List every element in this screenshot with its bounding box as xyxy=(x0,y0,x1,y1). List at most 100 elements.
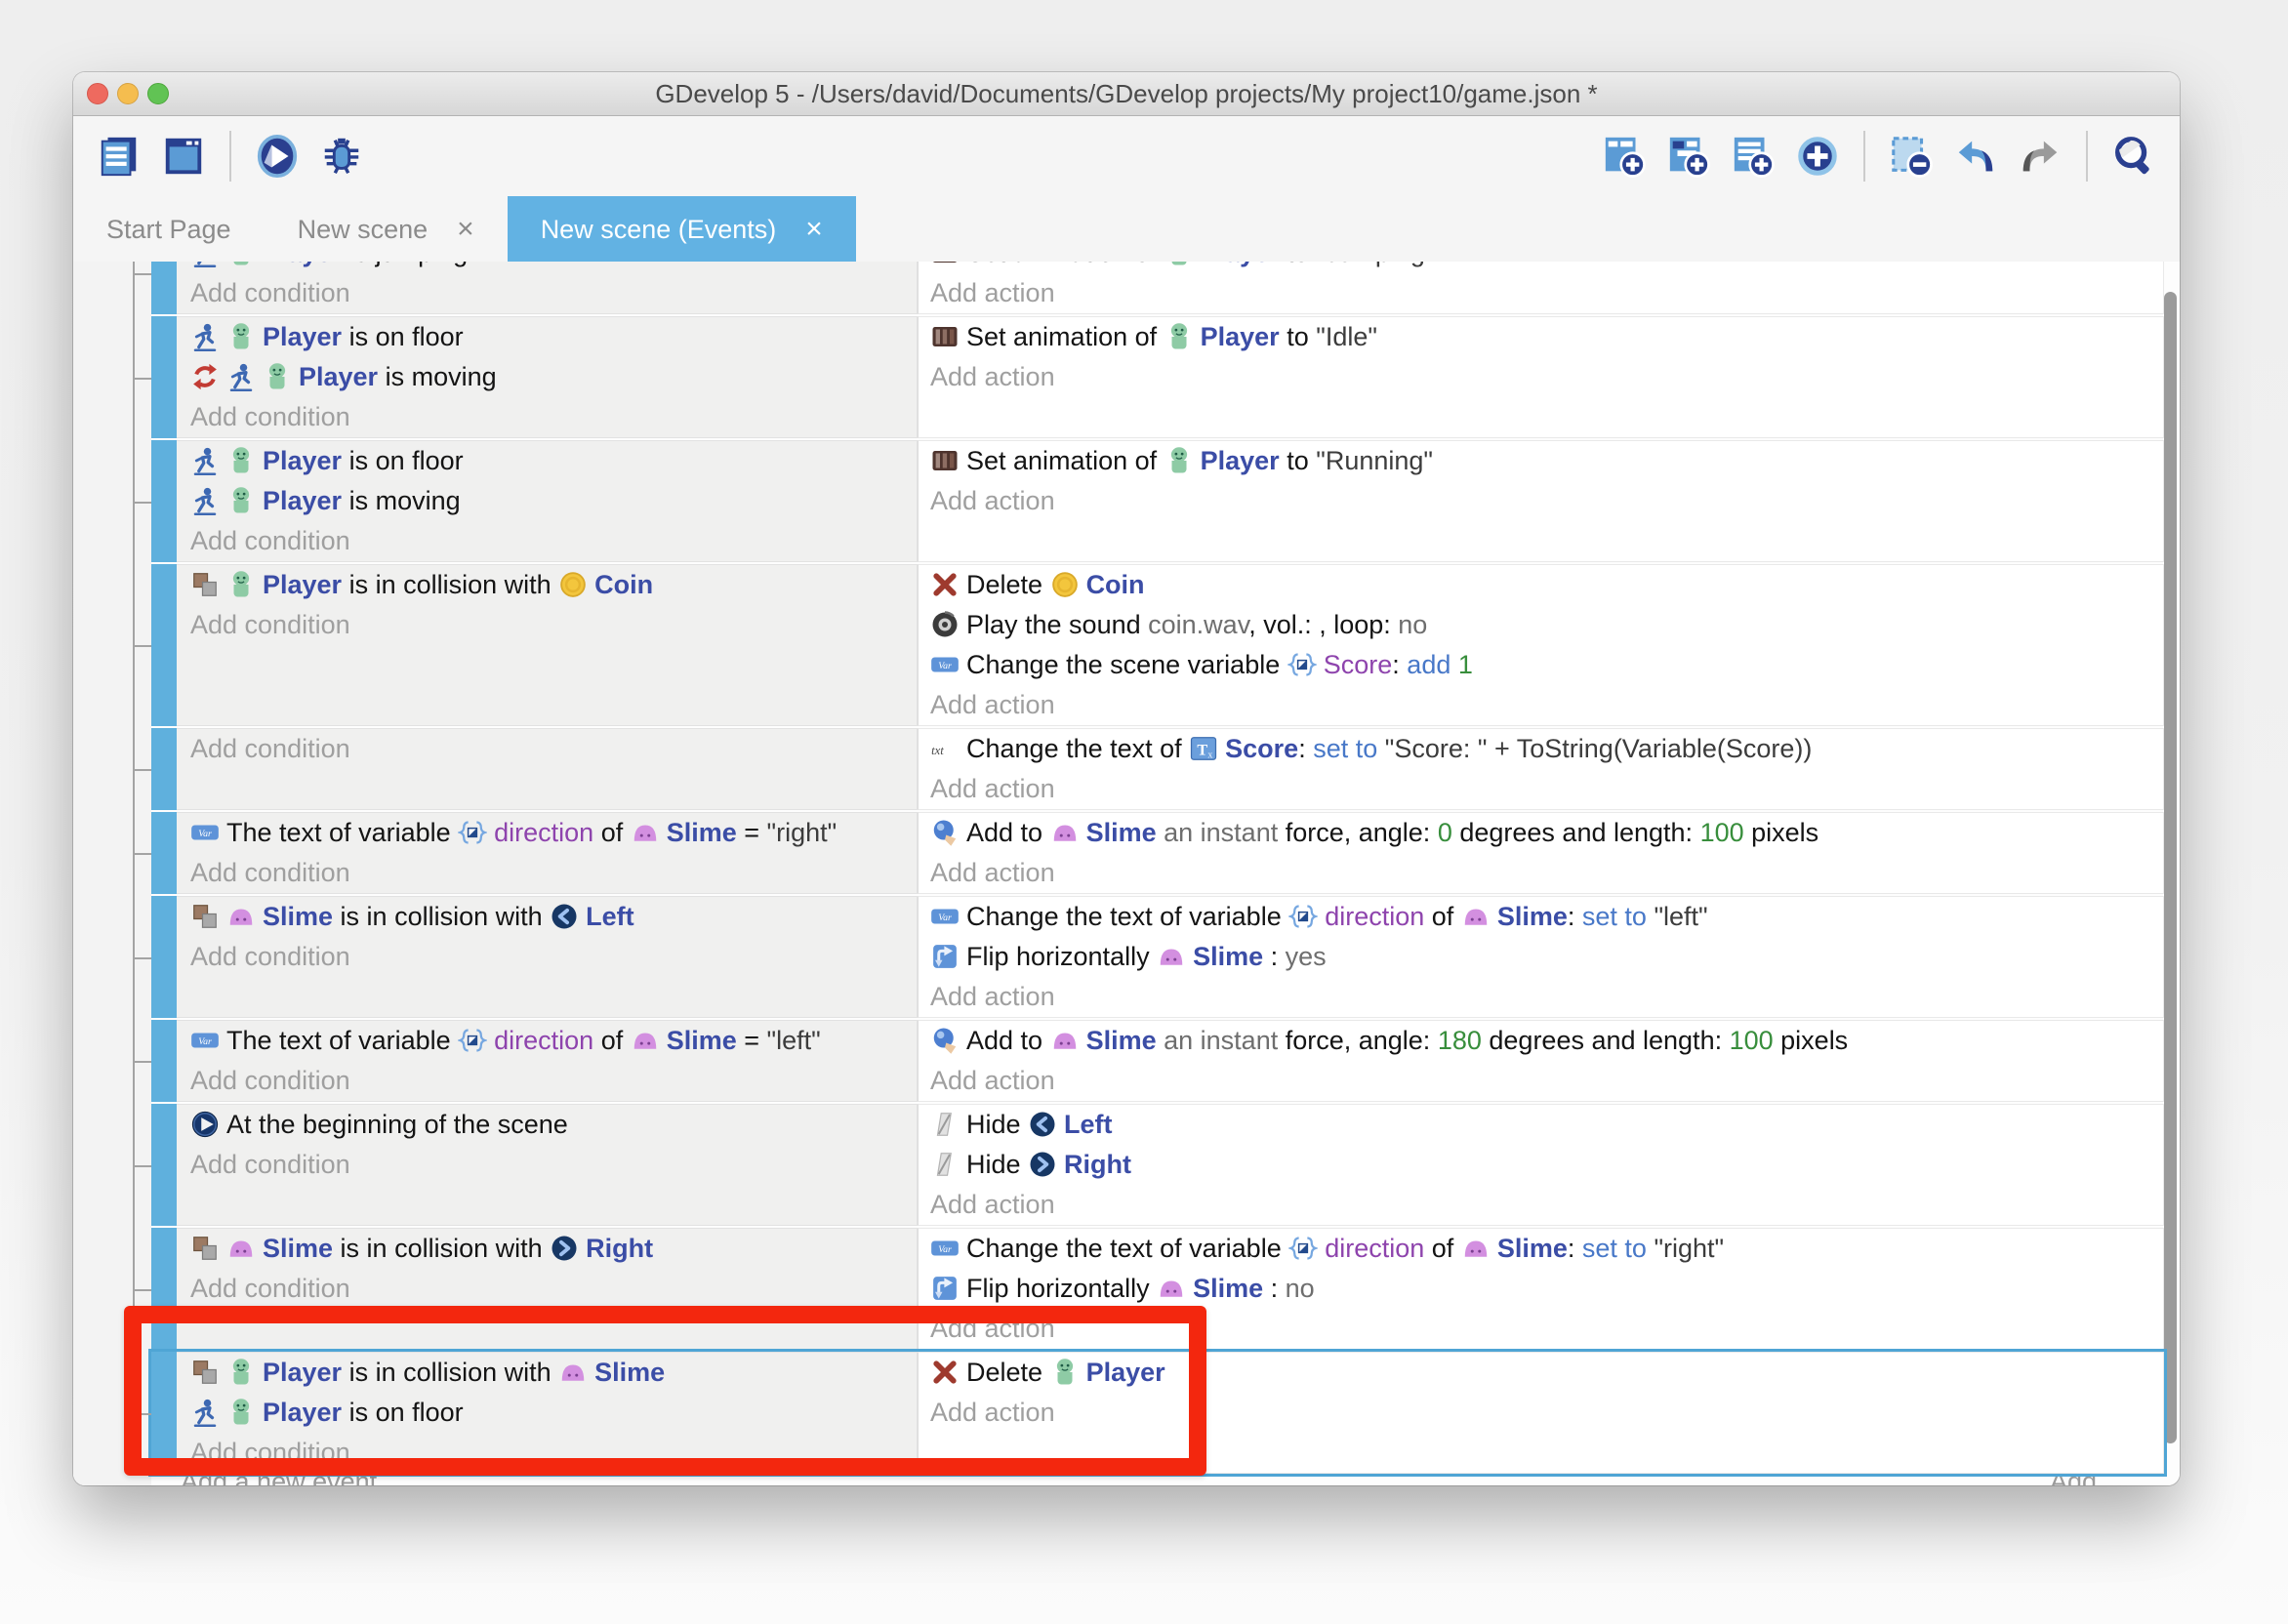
event-selection-bar[interactable] xyxy=(151,1228,177,1350)
event-selection-bar[interactable] xyxy=(151,1104,177,1226)
action-line[interactable]: Flip horizontally Slime : yes xyxy=(930,937,2163,977)
event-row[interactable]: Player is on floorPlayer is movingAdd co… xyxy=(151,440,2164,562)
actions-cell[interactable]: Add to Slime an instant force, angle: 0 … xyxy=(918,812,2164,894)
action-line[interactable]: Add to Slime an instant force, angle: 18… xyxy=(930,1021,2163,1061)
condition-line[interactable]: At the beginning of the scene xyxy=(190,1105,917,1145)
action-line[interactable]: Play the sound coin.wav, vol.: , loop: n… xyxy=(930,605,2163,645)
actions-cell[interactable]: Set animation of Player to "Running"Add … xyxy=(918,440,2164,562)
add-action-button[interactable]: Add action xyxy=(930,1185,2163,1225)
add-condition-button[interactable]: Add condition xyxy=(190,853,917,893)
condition-line[interactable]: Slime is in collision with Left xyxy=(190,897,917,937)
condition-line[interactable]: Player is moving xyxy=(190,481,917,521)
actions-cell[interactable]: txtChange the text of TxScore: set to "S… xyxy=(918,728,2164,810)
event-row[interactable]: Player is in collision with SlimePlayer … xyxy=(151,1352,2164,1474)
action-line[interactable]: Hide Right xyxy=(930,1145,2163,1185)
conditions-cell[interactable]: Slime is in collision with RightAdd cond… xyxy=(177,1228,918,1350)
condition-line[interactable]: Player is on floor xyxy=(190,317,917,357)
event-row[interactable]: Slime is in collision with LeftAdd condi… xyxy=(151,896,2164,1018)
actions-cell[interactable]: Delete PlayerAdd action xyxy=(918,1352,2164,1474)
event-row[interactable]: VarThe text of variable direction of Sli… xyxy=(151,812,2164,894)
condition-line[interactable]: VarThe text of variable direction of Sli… xyxy=(190,813,917,853)
event-selection-bar[interactable] xyxy=(151,316,177,438)
add-comment-icon[interactable] xyxy=(1729,132,1777,181)
conditions-cell[interactable]: Slime is in collision with LeftAdd condi… xyxy=(177,896,918,1018)
conditions-cell[interactable]: At the beginning of the sceneAdd conditi… xyxy=(177,1104,918,1226)
tab-new-scene[interactable]: New scene× xyxy=(265,196,508,263)
scene-editor-icon[interactable] xyxy=(159,132,208,181)
actions-cell[interactable]: VarChange the text of variable direction… xyxy=(918,1228,2164,1350)
condition-line[interactable]: Player is jumping xyxy=(190,262,917,273)
action-line[interactable]: Delete Coin xyxy=(930,565,2163,605)
condition-line[interactable]: Slime is in collision with Right xyxy=(190,1229,917,1269)
close-tab-icon[interactable]: × xyxy=(457,213,474,246)
action-line[interactable]: VarChange the text of variable direction… xyxy=(930,897,2163,937)
event-selection-bar[interactable] xyxy=(151,728,177,810)
action-line[interactable]: VarChange the text of variable direction… xyxy=(930,1229,2163,1269)
event-row[interactable]: Add condition txtChange the text of TxSco… xyxy=(151,728,2164,810)
action-line[interactable]: Set animation of Player to "Idle" xyxy=(930,317,2163,357)
event-row[interactable]: Player is jumpingAdd conditionSet animat… xyxy=(151,262,2164,314)
actions-cell[interactable]: VarChange the text of variable direction… xyxy=(918,896,2164,1018)
redo-icon[interactable] xyxy=(2016,132,2064,181)
action-line[interactable]: Delete Player xyxy=(930,1353,2163,1393)
event-selection-bar[interactable] xyxy=(151,564,177,726)
add-condition-button[interactable]: Add condition xyxy=(190,1145,917,1185)
conditions-cell[interactable]: Player is on floorPlayer is movingAdd co… xyxy=(177,316,918,438)
add-action-button[interactable]: Add action xyxy=(930,853,2163,893)
action-line[interactable]: Set animation of Player to "Running" xyxy=(930,441,2163,481)
action-line[interactable]: Add to Slime an instant force, angle: 0 … xyxy=(930,813,2163,853)
event-selection-bar[interactable] xyxy=(151,262,177,314)
action-line[interactable]: Hide Left xyxy=(930,1105,2163,1145)
event-selection-bar[interactable] xyxy=(151,812,177,894)
add-action-button[interactable]: Add action xyxy=(930,273,2163,313)
condition-line[interactable]: Player is on floor xyxy=(190,1393,917,1433)
event-row[interactable]: Player is in collision with CoinAdd cond… xyxy=(151,564,2164,726)
tab-new-scene-events-[interactable]: New scene (Events)× xyxy=(508,196,856,263)
tab-start-page[interactable]: Start Page xyxy=(73,196,265,263)
conditions-cell[interactable]: VarThe text of variable direction of Sli… xyxy=(177,812,918,894)
event-selection-bar[interactable] xyxy=(151,1352,177,1474)
event-row[interactable]: At the beginning of the sceneAdd conditi… xyxy=(151,1104,2164,1226)
conditions-cell[interactable]: Player is jumpingAdd condition xyxy=(177,262,918,314)
actions-cell[interactable]: Hide LeftHide RightAdd action xyxy=(918,1104,2164,1226)
close-tab-icon[interactable]: × xyxy=(805,213,823,246)
conditions-cell[interactable]: Player is in collision with CoinAdd cond… xyxy=(177,564,918,726)
project-manager-icon[interactable] xyxy=(95,132,143,181)
actions-cell[interactable]: Set animation of Player to "Idle"Add act… xyxy=(918,316,2164,438)
add-action-button[interactable]: Add action xyxy=(930,481,2163,521)
add-action-button[interactable]: Add action xyxy=(930,769,2163,809)
actions-cell[interactable]: Delete CoinPlay the sound coin.wav, vol.… xyxy=(918,564,2164,726)
add-condition-button[interactable]: Add condition xyxy=(190,1433,917,1473)
condition-line[interactable]: VarThe text of variable direction of Sli… xyxy=(190,1021,917,1061)
delete-event-icon[interactable] xyxy=(1887,132,1936,181)
conditions-cell[interactable]: Add condition xyxy=(177,728,918,810)
close-window-button[interactable] xyxy=(87,83,108,104)
conditions-cell[interactable]: Player is on floorPlayer is movingAdd co… xyxy=(177,440,918,562)
add-action-button[interactable]: Add action xyxy=(930,357,2163,397)
event-selection-bar[interactable] xyxy=(151,440,177,562)
zoom-window-button[interactable] xyxy=(147,83,169,104)
add-sub-event-icon[interactable] xyxy=(1664,132,1713,181)
action-line[interactable]: Flip horizontally Slime : no xyxy=(930,1269,2163,1309)
condition-line[interactable]: Player is moving xyxy=(190,357,917,397)
undo-icon[interactable] xyxy=(1951,132,2000,181)
debug-icon[interactable] xyxy=(317,132,366,181)
search-icon[interactable] xyxy=(2109,132,2158,181)
condition-line[interactable]: Player is on floor xyxy=(190,441,917,481)
add-action-button[interactable]: Add action xyxy=(930,1393,2163,1433)
event-row[interactable]: VarThe text of variable direction of Sli… xyxy=(151,1020,2164,1102)
conditions-cell[interactable]: VarThe text of variable direction of Sli… xyxy=(177,1020,918,1102)
action-line[interactable]: txtChange the text of TxScore: set to "S… xyxy=(930,729,2163,769)
add-action-button[interactable]: Add action xyxy=(930,1309,2163,1349)
event-selection-bar[interactable] xyxy=(151,1020,177,1102)
minimize-window-button[interactable] xyxy=(117,83,139,104)
add-action-button[interactable]: Add action xyxy=(930,685,2163,725)
condition-line[interactable]: Player is in collision with Coin xyxy=(190,565,917,605)
add-condition-button[interactable]: Add condition xyxy=(190,521,917,561)
add-condition-button[interactable]: Add condition xyxy=(190,397,917,437)
add-condition-button[interactable]: Add condition xyxy=(190,1061,917,1101)
add-event-icon[interactable] xyxy=(1600,132,1649,181)
add-condition-button[interactable]: Add condition xyxy=(190,605,917,645)
vertical-scrollbar-thumb[interactable] xyxy=(2164,292,2177,1443)
event-row[interactable]: Slime is in collision with RightAdd cond… xyxy=(151,1228,2164,1350)
